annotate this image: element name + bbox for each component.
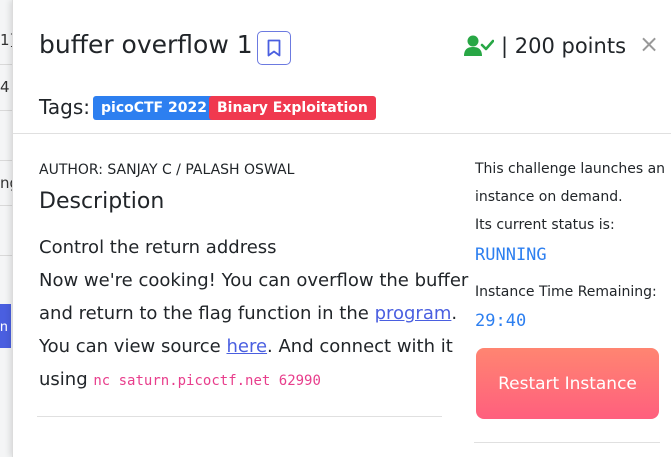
description-heading: Description — [39, 189, 165, 214]
source-link[interactable]: here — [226, 336, 267, 357]
restart-instance-button[interactable]: Restart Instance — [476, 348, 659, 419]
tag-picoctf-2022[interactable]: picoCTF 2022 — [93, 96, 215, 120]
program-link[interactable]: program — [375, 303, 452, 324]
description-line: and return to the flag function in the p… — [39, 303, 457, 324]
instance-divider — [474, 442, 660, 443]
user-check-icon — [464, 35, 494, 56]
description-divider — [37, 416, 442, 417]
instance-time-label: Instance Time Remaining: — [475, 284, 657, 300]
instance-info-text: This challenge launches an — [475, 161, 666, 177]
instance-info-text: instance on demand. — [475, 189, 623, 205]
challenge-title: buffer overflow 1 — [39, 30, 253, 59]
tag-binary-exploitation[interactable]: Binary Exploitation — [209, 96, 376, 120]
description-text: and return to the flag function in the — [39, 303, 375, 324]
connection-command: nc saturn.picoctf.net 62990 — [93, 373, 321, 389]
instance-status-label: Its current status is: — [475, 217, 615, 233]
description-text: using — [39, 369, 94, 390]
description-text: . And connect with it — [267, 336, 453, 357]
description-line: You can view source here. And connect wi… — [39, 336, 453, 357]
challenge-author: AUTHOR: SANJAY C / PALASH OSWAL — [39, 162, 295, 178]
instance-time: 29:40 — [475, 311, 527, 331]
description-text: You can view source — [39, 336, 227, 357]
challenge-points: | 200 points — [501, 34, 627, 58]
description-line: Now we're cooking! You can overflow the … — [39, 270, 469, 291]
tags-label: Tags: — [39, 95, 91, 119]
challenge-modal: buffer overflow 1 | 200 points × Tags: p… — [12, 0, 671, 457]
instance-status: RUNNING — [475, 245, 547, 265]
header-divider — [13, 133, 671, 134]
description-text: . — [451, 303, 458, 324]
bookmark-button[interactable] — [257, 31, 291, 65]
background-button: n — [0, 304, 11, 348]
description-line: using nc saturn.picoctf.net 62990 — [39, 369, 321, 390]
close-icon[interactable]: × — [639, 32, 659, 56]
background-fragment: 4 — [0, 78, 10, 96]
description-line: Control the return address — [39, 237, 277, 258]
bookmark-icon — [267, 39, 281, 57]
